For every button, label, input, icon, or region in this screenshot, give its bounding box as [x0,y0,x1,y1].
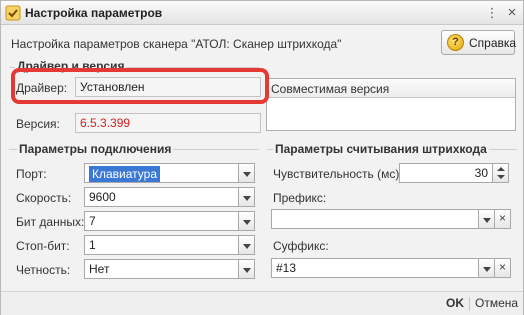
suffix-dropdown-icon[interactable] [479,258,495,278]
port-select[interactable]: Клавиатура [84,163,239,183]
title-bar: Настройка параметров ⋮ × [1,1,523,25]
speed-select[interactable]: 9600 [84,187,239,207]
compat-version-column-header[interactable]: Совместимая версия [267,79,515,98]
databits-dropdown-icon[interactable] [239,211,255,231]
help-button[interactable]: ? Справка [441,30,517,55]
spin-up-icon[interactable] [497,167,505,171]
settings-window: Настройка параметров ⋮ × Настройка парам… [0,0,524,315]
prefix-input[interactable] [271,209,479,229]
highlight-annotation [11,68,269,104]
spin-down-icon[interactable] [497,175,505,179]
version-label: Версия: [16,117,60,131]
connection-group-title: Параметры подключения [17,142,174,156]
parity-select[interactable]: Нет [84,259,239,279]
footer-divider [469,297,470,311]
speed-label: Скорость: [16,191,72,205]
help-icon: ? [447,34,464,51]
suffix-input[interactable]: #13 [271,258,479,278]
databits-select[interactable]: 7 [84,211,239,231]
port-label: Порт: [16,167,47,181]
sensitivity-label: Чувствительность (мс): [273,167,403,181]
prefix-label: Префикс: [273,191,327,205]
sensitivity-spinner[interactable] [493,163,509,183]
dialog-footer: OK Отмена [1,291,523,315]
cancel-button[interactable]: Отмена [475,296,518,310]
compatible-versions-table[interactable]: Совместимая версия [266,78,516,131]
form-subtitle: Настройка параметров сканера "АТОЛ: Скан… [11,37,342,51]
port-value: Клавиатура [89,166,160,182]
reading-group-title: Параметры считывания штрихкода [273,142,489,156]
databits-label: Бит данных: [16,215,85,229]
more-menu-icon[interactable]: ⋮ [483,4,501,22]
port-dropdown-icon[interactable] [239,163,255,183]
stopbits-label: Стоп-бит: [16,239,70,253]
stopbits-select[interactable]: 1 [84,235,239,255]
window-title: Настройка параметров [25,6,163,20]
speed-dropdown-icon[interactable] [239,187,255,207]
version-field: 6.5.3.399 [75,113,261,133]
prefix-dropdown-icon[interactable] [479,209,495,229]
stopbits-dropdown-icon[interactable] [239,235,255,255]
sensitivity-input[interactable]: 30 [399,163,493,183]
suffix-clear-icon[interactable]: × [495,258,511,278]
suffix-label: Суффикс: [273,239,329,253]
help-button-label: Справка [469,36,517,50]
parity-label: Четность: [16,263,71,277]
prefix-clear-icon[interactable]: × [495,209,511,229]
app-icon [5,5,21,21]
close-icon[interactable]: × [503,4,521,22]
ok-button[interactable]: OK [446,296,464,310]
parity-dropdown-icon[interactable] [239,259,255,279]
